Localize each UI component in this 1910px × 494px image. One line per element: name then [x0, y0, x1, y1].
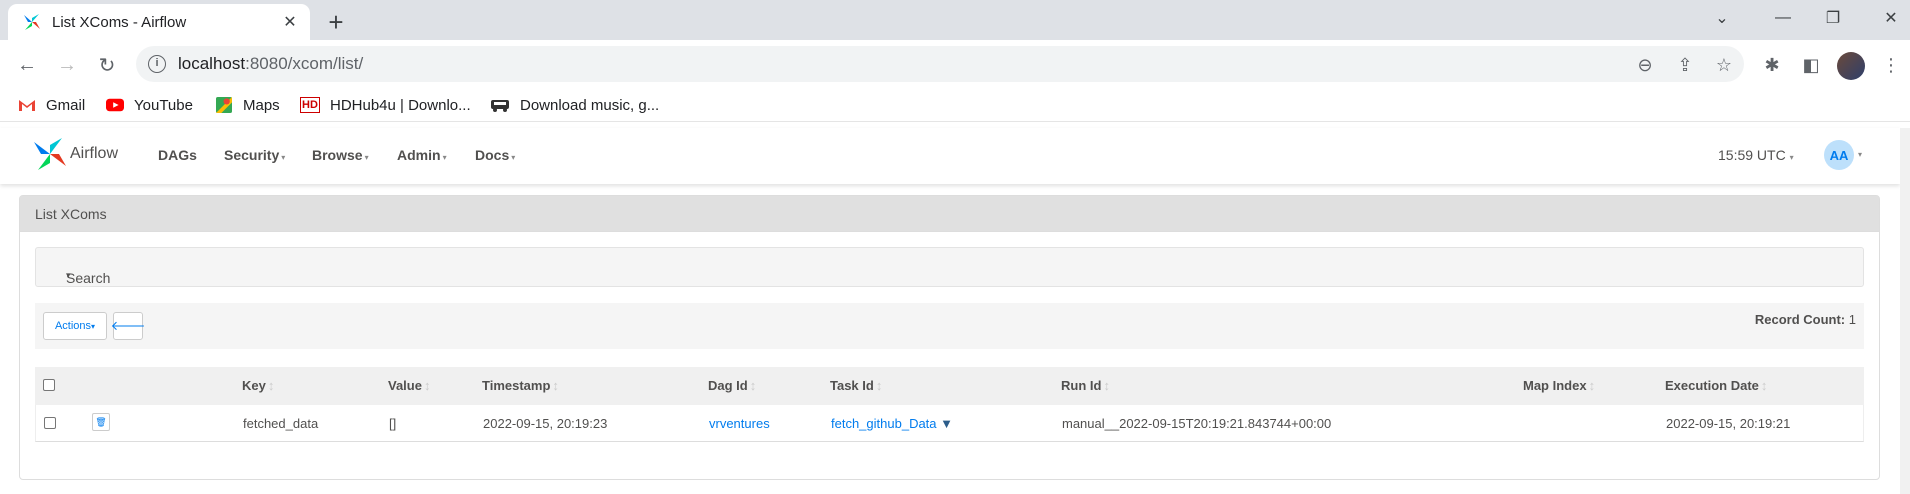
site-info-icon[interactable]: i: [148, 55, 166, 73]
bookmark-maps[interactable]: Maps: [215, 94, 280, 116]
col-run-id[interactable]: Run Id ↕: [1061, 378, 1110, 393]
bookmark-hdhub[interactable]: HD HDHub4u | Downlo...: [300, 94, 471, 116]
select-all-checkbox[interactable]: [43, 379, 55, 391]
table-row: 🗑 fetched_data [] 2022-09-15, 20:19:23 v…: [35, 405, 1864, 442]
nav-security[interactable]: Security ▾: [224, 147, 285, 163]
airflow-favicon-icon: [24, 14, 40, 30]
share-icon[interactable]: ⇪: [1673, 53, 1697, 77]
col-timestamp[interactable]: Timestamp ↕: [482, 378, 559, 393]
cell-execution-date: 2022-09-15, 20:19:21: [1666, 416, 1791, 431]
tab-search-icon[interactable]: ⌄: [1702, 4, 1742, 32]
browser-tab[interactable]: List XComs - Airflow ✕: [8, 4, 310, 40]
tab-close-icon[interactable]: ✕: [278, 10, 302, 34]
bookmark-youtube[interactable]: YouTube: [106, 94, 193, 116]
minimize-icon[interactable]: —: [1763, 4, 1803, 32]
tab-title: List XComs - Airflow: [52, 13, 187, 31]
cell-value: []: [389, 416, 397, 431]
col-dag-id[interactable]: Dag Id ↕: [708, 378, 756, 393]
row-checkbox[interactable]: [44, 417, 56, 429]
cell-dag-id-link[interactable]: vrventures: [709, 416, 770, 431]
nav-dags[interactable]: DAGs: [158, 147, 197, 163]
youtube-icon: [106, 98, 124, 112]
back-icon[interactable]: ←: [12, 50, 42, 80]
col-map-index[interactable]: Map Index ↕: [1523, 378, 1595, 393]
arrow-left-icon: 🡐: [110, 318, 146, 333]
record-count: Record Count: 1: [1754, 312, 1856, 327]
side-panel-icon[interactable]: ◧: [1798, 52, 1824, 78]
browser-toolbar: ← → ↻ i localhost:8080/xcom/list/ ⊖ ⇪ ☆ …: [0, 40, 1910, 88]
cell-run-id: manual__2022-09-15T20:19:21.843744+00:00: [1062, 416, 1332, 431]
nav-admin[interactable]: Admin ▾: [397, 147, 447, 163]
profile-avatar[interactable]: [1837, 52, 1865, 80]
xcom-list-panel: List XComs Search ▾ Actions ▾ 🡐 Record Cou…: [19, 195, 1880, 480]
user-menu-caret-icon[interactable]: ▾: [1858, 150, 1862, 159]
delete-row-button[interactable]: 🗑: [92, 413, 110, 431]
bookmarks-bar: Gmail YouTube Maps HD HDHub4u | Downlo..…: [0, 88, 1910, 122]
hd-icon: HD: [300, 97, 320, 113]
col-execution-date[interactable]: Execution Date ↕: [1665, 378, 1767, 393]
filter-icon[interactable]: ▼: [940, 416, 953, 431]
airflow-logo-icon[interactable]: [32, 136, 68, 172]
cell-task-id-link[interactable]: fetch_github_Data ▼: [831, 416, 953, 431]
reload-icon[interactable]: ↻: [92, 50, 122, 80]
airflow-brand[interactable]: Airflow: [70, 145, 118, 163]
bookmark-star-icon[interactable]: ☆: [1712, 53, 1736, 77]
col-value[interactable]: Value ↕: [388, 378, 430, 393]
gmail-icon: [19, 100, 35, 111]
bookmark-gmail[interactable]: Gmail: [18, 94, 85, 116]
search-label: Search: [66, 270, 111, 286]
new-tab-icon[interactable]: +: [322, 7, 350, 37]
window-close-icon[interactable]: ✕: [1871, 4, 1910, 32]
nav-browse[interactable]: Browse ▾: [312, 147, 369, 163]
browser-tabstrip: List XComs - Airflow ✕ + ⌄ — ❐ ✕: [0, 0, 1910, 40]
menu-icon[interactable]: ⋮: [1878, 52, 1904, 78]
cell-key: fetched_data: [243, 416, 319, 431]
user-avatar[interactable]: AA: [1824, 140, 1854, 170]
actions-bar: Actions ▾ 🡐 Record Count: 1: [35, 303, 1864, 349]
airflow-navbar: Airflow DAGs Security ▾ Browse ▾ Admin ▾ Do…: [0, 128, 1900, 184]
address-bar[interactable]: i localhost:8080/xcom/list/ ⊖ ⇪ ☆: [136, 46, 1744, 82]
page-scrollbar[interactable]: [1900, 128, 1910, 494]
utc-clock[interactable]: 15:59 UTC ▾: [1718, 147, 1794, 163]
cell-timestamp: 2022-09-15, 20:19:23: [483, 416, 608, 431]
forward-icon[interactable]: →: [52, 50, 82, 80]
bookmark-download-music[interactable]: Download music, g...: [490, 94, 659, 116]
panel-title: List XComs: [35, 206, 107, 222]
url-text[interactable]: localhost:8080/xcom/list/: [178, 54, 363, 74]
trash-icon: 🗑: [95, 416, 107, 427]
restore-icon[interactable]: ❐: [1813, 4, 1853, 32]
actions-dropdown-button[interactable]: Actions ▾: [43, 312, 107, 340]
table-header: Key ↕ Value ↕ Timestamp ↕ Dag Id ↕ Task Id ↕ …: [35, 367, 1864, 405]
nav-docs[interactable]: Docs ▾: [475, 147, 515, 163]
zoom-icon[interactable]: ⊖: [1633, 53, 1657, 77]
search-toggle[interactable]: Search ▾: [35, 247, 1864, 287]
extensions-icon[interactable]: ✱: [1759, 52, 1785, 78]
col-task-id[interactable]: Task Id ↕: [830, 378, 882, 393]
car-icon: [491, 100, 509, 112]
panel-heading: List XComs: [20, 196, 1879, 232]
maps-icon: [216, 97, 232, 113]
back-arrow-button[interactable]: 🡐: [110, 312, 146, 340]
col-key[interactable]: Key ↕: [242, 378, 274, 393]
